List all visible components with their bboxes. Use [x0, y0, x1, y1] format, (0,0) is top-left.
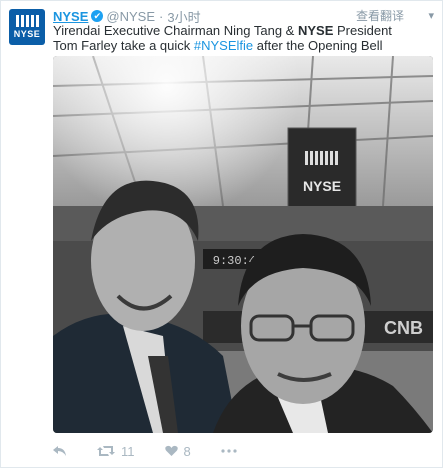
tweet-photo[interactable]: NYSE 9:30:49 CNB [53, 56, 433, 433]
author-handle[interactable]: @NYSE [106, 9, 155, 24]
like-count: 8 [183, 443, 191, 459]
translate-link[interactable]: 查看翻译 [356, 7, 404, 24]
verified-badge-icon: ✔ [91, 10, 104, 22]
retweet-icon [97, 446, 115, 456]
separator-dot: · [159, 8, 164, 24]
selfie-image: NYSE 9:30:49 CNB [53, 56, 433, 433]
like-button[interactable]: 8 [164, 443, 191, 459]
more-dots-icon [221, 449, 237, 453]
tweet-text: Yirendai Executive Chairman Ning Tang & … [53, 23, 413, 53]
avatar[interactable]: NYSE [9, 9, 45, 45]
tweet-text-part3: after the Opening Bell [253, 38, 383, 53]
author-name[interactable]: NYSE [53, 9, 88, 24]
tweet-card: NYSE NYSE ✔ @NYSE · 3小时 查看翻译 ▾ Yirendai … [0, 0, 443, 468]
svg-text:NYSE: NYSE [303, 178, 341, 194]
avatar-logo-text: NYSE [13, 29, 41, 39]
more-button[interactable] [221, 449, 237, 453]
hashtag-link[interactable]: #NYSElfie [194, 38, 253, 53]
retweet-button[interactable]: 11 [97, 444, 135, 459]
svg-text:CNB: CNB [384, 318, 423, 338]
reply-button[interactable] [53, 445, 67, 457]
reply-icon [53, 446, 66, 456]
retweet-count: 11 [121, 443, 135, 459]
chevron-down-icon[interactable]: ▾ [428, 9, 434, 22]
tweet-text-part1: Yirendai Executive Chairman Ning Tang & [53, 23, 298, 38]
nyse-sign [287, 127, 357, 209]
heart-icon [164, 445, 178, 456]
tweet-actions: 11 8 [53, 442, 267, 460]
nyse-logo-bars-icon [15, 15, 39, 27]
tweet-text-bold: NYSE [297, 23, 334, 38]
